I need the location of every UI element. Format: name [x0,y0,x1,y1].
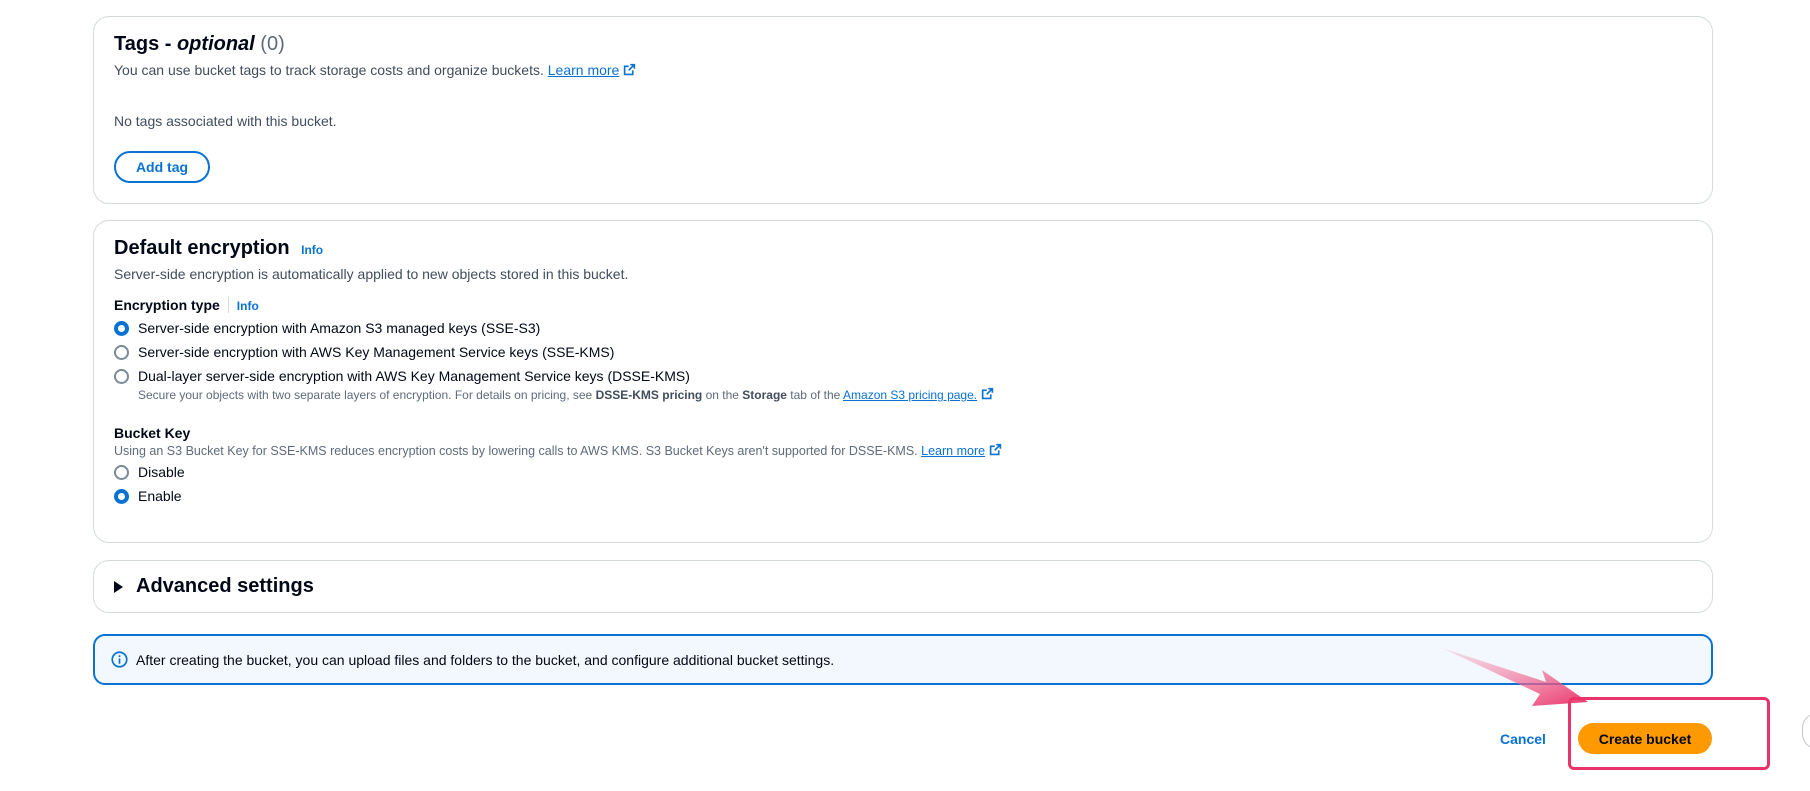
edge-widget[interactable] [1802,713,1810,749]
radio-unchecked-icon[interactable] [114,344,129,360]
radio-bucket-key-enable[interactable]: Enable [114,488,182,504]
dsse-note-suffix: tab of the [786,388,844,402]
tags-heading: Tags - optional (0) [114,33,285,56]
radio-checked-icon[interactable] [114,488,129,504]
dsse-note-storage: Storage [742,388,787,402]
bucket-key-description-text: Using an S3 Bucket Key for SSE-KMS reduc… [114,444,918,458]
dsse-note-prefix: Secure your objects with two separate la… [138,388,596,402]
bucket-key-description: Using an S3 Bucket Key for SSE-KMS reduc… [114,443,1002,458]
caret-right-icon [114,580,123,593]
encryption-info-link[interactable]: Info [301,243,323,257]
encryption-type-label: Encryption type Info [114,297,259,313]
bucket-key-label: Bucket Key [114,425,191,441]
dsse-note: Secure your objects with two separate la… [138,387,994,402]
radio-dsse-kms-label: Dual-layer server-side encryption with A… [138,368,690,384]
encryption-title: Default encryption [114,237,290,259]
encryption-description: Server-side encryption is automatically … [114,266,629,282]
add-tag-button[interactable]: Add tag [114,151,210,183]
tags-description: You can use bucket tags to track storage… [114,62,636,78]
tags-panel: Tags - optional (0) You can use bucket t… [93,16,1713,204]
external-link-icon[interactable] [989,443,1002,456]
tags-optional: optional [176,33,255,55]
tags-title: Tags - [114,33,177,55]
radio-sse-s3[interactable]: Server-side encryption with Amazon S3 ma… [114,320,540,336]
bucket-key-learn-more-link[interactable]: Learn more [921,444,985,458]
radio-sse-kms-label: Server-side encryption with AWS Key Mana… [138,344,615,360]
create-bucket-button[interactable]: Create bucket [1578,723,1712,754]
cancel-button[interactable]: Cancel [1490,727,1556,751]
encryption-type-text: Encryption type [114,297,220,313]
radio-dsse-kms[interactable]: Dual-layer server-side encryption with A… [114,368,690,384]
encryption-type-info-link[interactable]: Info [237,299,259,313]
info-alert: After creating the bucket, you can uploa… [93,634,1713,685]
external-link-icon[interactable] [981,387,994,400]
advanced-settings-toggle[interactable]: Advanced settings [114,575,314,598]
radio-sse-s3-label: Server-side encryption with Amazon S3 ma… [138,320,541,336]
dsse-note-mid: on the [702,388,743,402]
radio-disable-label: Disable [138,464,185,480]
info-circle-icon [111,651,128,668]
radio-bucket-key-disable[interactable]: Disable [114,464,185,480]
advanced-settings-panel: Advanced settings [93,560,1713,613]
tags-count: (0) [260,33,285,55]
radio-enable-label: Enable [138,488,182,504]
default-encryption-panel: Default encryption Info Server-side encr… [93,220,1713,543]
tags-empty-text: No tags associated with this bucket. [114,113,337,129]
tags-description-text: You can use bucket tags to track storage… [114,62,544,78]
tags-learn-more-link[interactable]: Learn more [548,62,620,78]
label-divider [227,297,229,313]
advanced-settings-title: Advanced settings [136,575,314,597]
info-alert-text: After creating the bucket, you can uploa… [136,651,835,668]
dsse-note-pricing: DSSE-KMS pricing [595,388,703,402]
radio-unchecked-icon[interactable] [114,368,129,384]
radio-checked-icon[interactable] [114,320,129,336]
s3-pricing-link[interactable]: Amazon S3 pricing page. [843,388,977,402]
radio-unchecked-icon[interactable] [114,464,129,480]
external-link-icon[interactable] [623,63,636,76]
radio-sse-kms[interactable]: Server-side encryption with AWS Key Mana… [114,344,614,360]
encryption-heading: Default encryption Info [114,237,323,260]
tags-learn-more-label: Learn more [547,62,620,78]
